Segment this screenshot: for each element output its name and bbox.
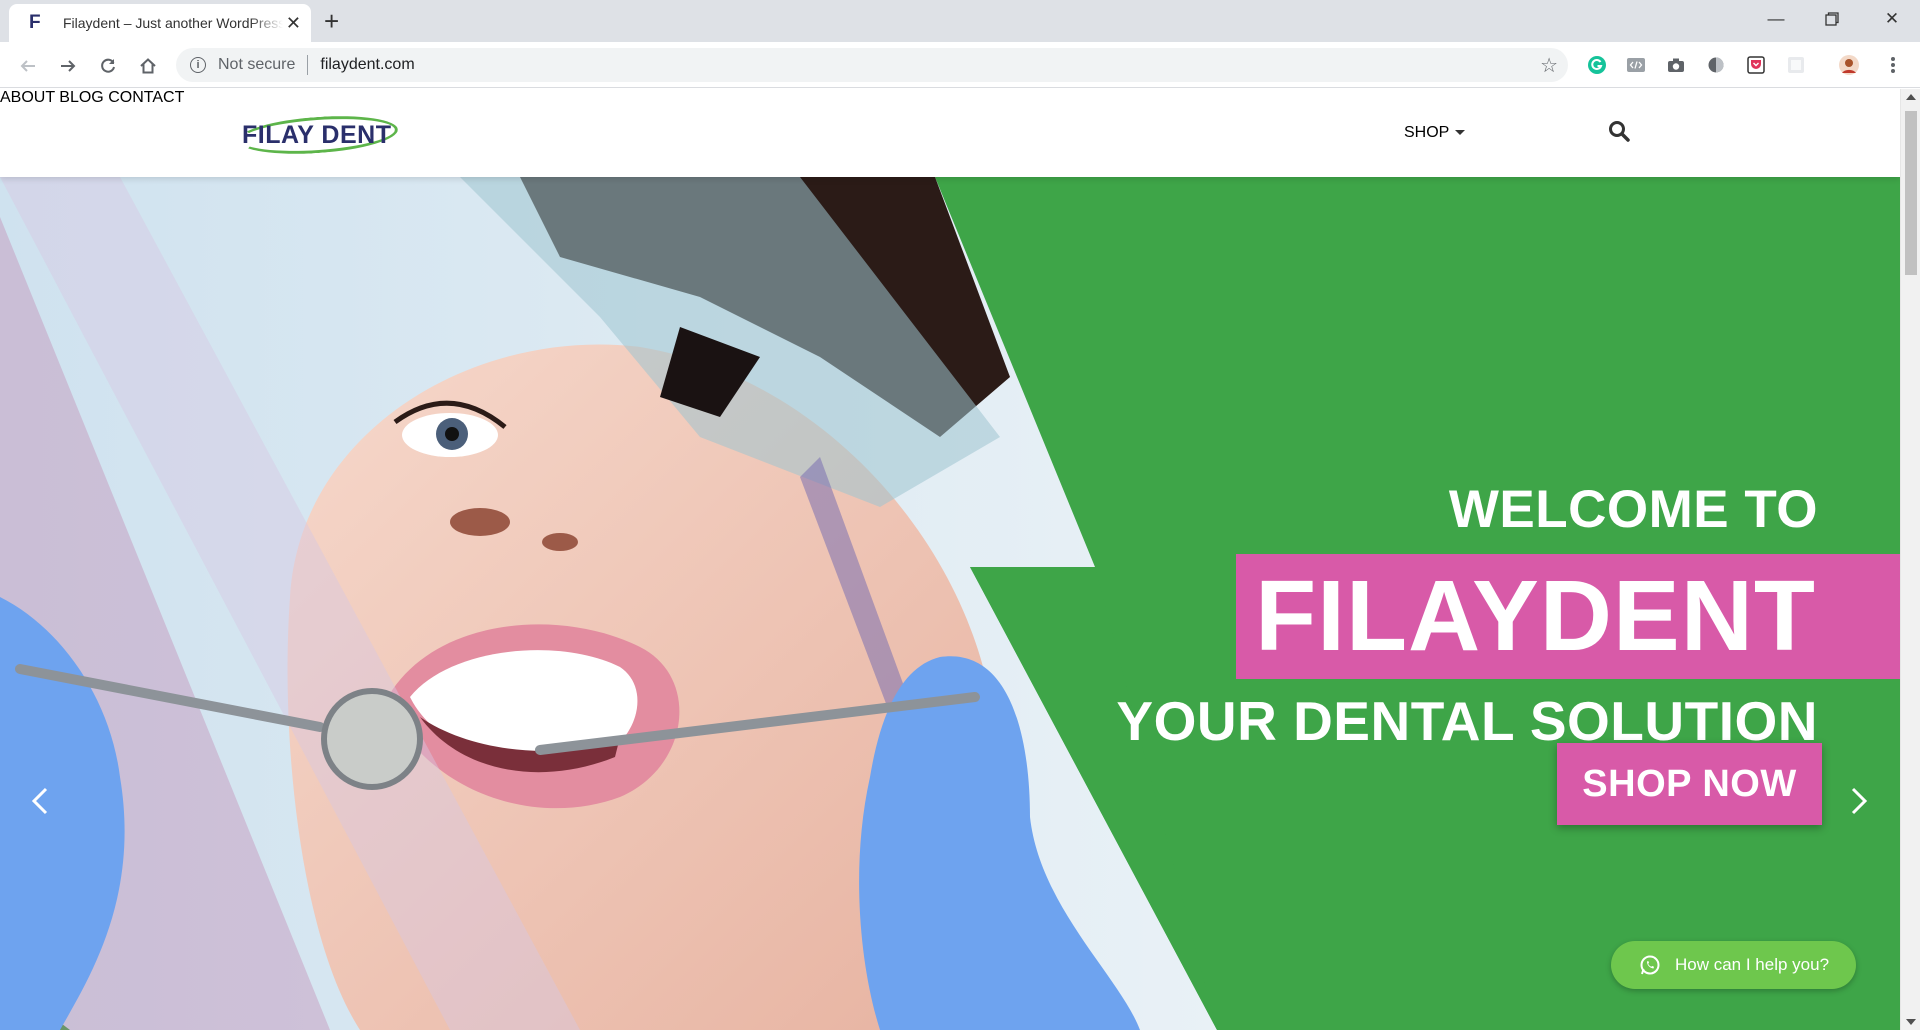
tab-title: Filaydent – Just another WordPress site <box>63 15 283 31</box>
dropdown-caret-icon <box>1455 130 1466 136</box>
home-button[interactable] <box>134 52 162 80</box>
omnibox-separator <box>307 55 309 75</box>
new-tab-button[interactable]: + <box>324 8 339 34</box>
scrollbar-thumb[interactable] <box>1905 111 1917 275</box>
back-button[interactable] <box>14 52 42 80</box>
nav-item-shop-label: SHOP <box>1404 124 1450 141</box>
shop-now-button[interactable]: SHOP NOW <box>1557 743 1822 825</box>
search-icon[interactable] <box>1608 120 1632 144</box>
logo-text: FILAY DENT <box>242 121 392 149</box>
browser-tab[interactable]: F Filaydent – Just another WordPress sit… <box>9 4 311 42</box>
nav-item-about[interactable]: ABOUT <box>0 89 55 106</box>
site-header: FILAY DENT ABOUT BLOG SHOP CONTACT <box>0 89 1900 177</box>
camera-extension-icon[interactable] <box>1665 54 1687 76</box>
profile-avatar[interactable] <box>1838 54 1860 76</box>
security-label: Not secure <box>218 56 296 73</box>
page-viewport: FILAY DENT ABOUT BLOG SHOP CONTACT WELCO… <box>0 89 1900 1030</box>
blank-extension-icon[interactable] <box>1785 54 1807 76</box>
slider-prev-arrow-icon[interactable] <box>26 781 56 821</box>
nav-item-shop[interactable]: SHOP <box>1404 124 1466 142</box>
page-scrollbar[interactable] <box>1900 89 1920 1030</box>
hero-dental-photo <box>0 177 1217 1030</box>
scroll-down-arrow-icon[interactable] <box>1906 1019 1916 1025</box>
url-text[interactable]: filaydent.com <box>320 56 414 74</box>
address-bar[interactable]: i Not secure filaydent.com ☆ <box>176 48 1568 82</box>
minimize-button[interactable]: — <box>1748 0 1804 38</box>
nav-item-blog[interactable]: BLOG <box>59 89 103 106</box>
main-navigation: ABOUT BLOG SHOP CONTACT <box>0 89 1900 141</box>
dark-mode-extension-icon[interactable] <box>1705 54 1727 76</box>
pocket-extension-icon[interactable] <box>1745 54 1767 76</box>
info-icon[interactable]: i <box>190 57 206 73</box>
window-close-button[interactable]: ✕ <box>1864 0 1920 38</box>
reload-button[interactable] <box>94 52 122 80</box>
site-favicon-icon: F <box>29 12 41 33</box>
forward-button[interactable] <box>54 52 82 80</box>
hero-slider <box>0 177 1900 1030</box>
browser-toolbar: i Not secure filaydent.com ☆ <box>0 42 1920 88</box>
grammarly-extension-icon[interactable] <box>1586 54 1608 76</box>
scroll-up-arrow-icon[interactable] <box>1906 94 1916 100</box>
browser-menu-icon[interactable] <box>1882 54 1904 76</box>
bookmark-star-icon[interactable]: ☆ <box>1540 53 1558 78</box>
whatsapp-chat-button[interactable]: How can I help you? <box>1611 941 1856 989</box>
chat-label: How can I help you? <box>1675 955 1830 974</box>
nav-item-contact[interactable]: CONTACT <box>108 89 184 106</box>
tab-close-icon[interactable]: ✕ <box>286 14 301 32</box>
code-extension-icon[interactable] <box>1625 54 1647 76</box>
restore-button[interactable] <box>1804 0 1860 38</box>
slider-next-arrow-icon[interactable] <box>1843 781 1873 821</box>
browser-tab-strip: F Filaydent – Just another WordPress sit… <box>0 0 1920 42</box>
whatsapp-icon <box>1640 955 1660 975</box>
site-logo[interactable]: FILAY DENT <box>236 109 400 159</box>
